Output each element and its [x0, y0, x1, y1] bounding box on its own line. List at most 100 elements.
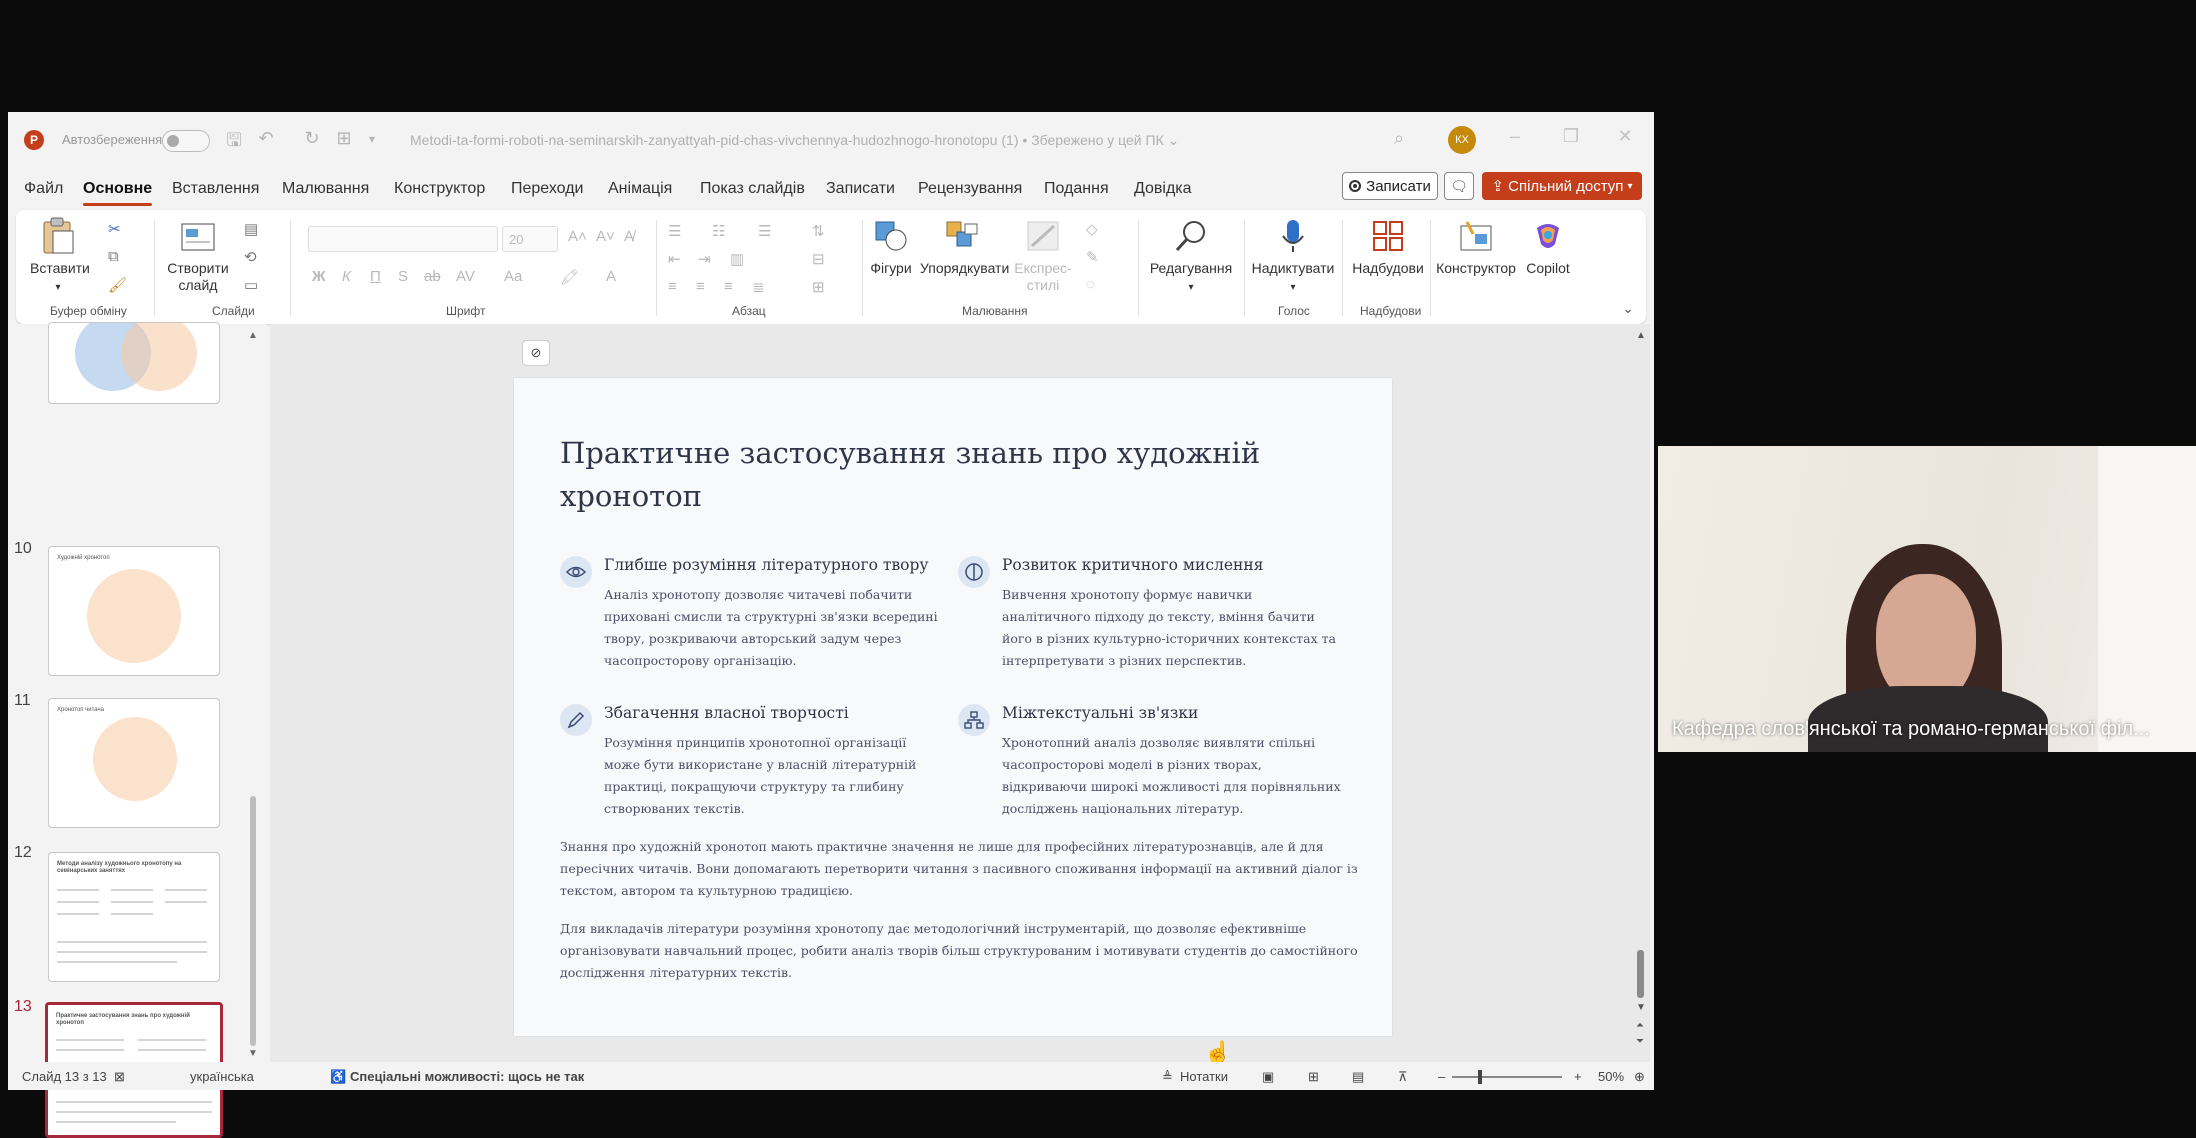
cut-icon[interactable]: ✂ [108, 220, 121, 238]
font-family-select[interactable] [308, 226, 498, 252]
shape-effects-icon[interactable]: ◌ [1086, 276, 1095, 293]
char-spacing-icon[interactable]: AV [456, 268, 475, 285]
increase-indent-icon[interactable]: ⇥ [698, 250, 711, 268]
shadow-icon[interactable]: S [398, 268, 408, 285]
font-color-icon[interactable]: A [606, 268, 616, 285]
increase-font-icon[interactable]: A˄ [568, 228, 587, 245]
dictate-button[interactable]: Надиктувати ▾ [1250, 216, 1336, 296]
scrollbar-thumb[interactable] [250, 796, 256, 1046]
scrollbar-thumb[interactable] [1637, 950, 1644, 998]
editing-button[interactable]: Редагування ▾ [1144, 216, 1238, 296]
zoom-slider[interactable] [1452, 1076, 1562, 1078]
slide-title[interactable]: Практичне застосування знань про художні… [560, 432, 1280, 518]
decrease-font-icon[interactable]: A˅ [596, 228, 615, 245]
language-indicator[interactable]: українська [190, 1069, 254, 1084]
layout-icon[interactable]: ▤ [244, 220, 258, 238]
clear-format-icon[interactable]: A̸ [624, 228, 634, 245]
scroll-up-icon[interactable]: ▲ [1636, 330, 1646, 341]
scroll-down-icon[interactable]: ▼ [1636, 1002, 1646, 1013]
accessibility-icon[interactable]: ♿ [330, 1069, 346, 1085]
decrease-indent-icon[interactable]: ⇤ [668, 250, 681, 268]
tab-view[interactable]: Подання [1044, 180, 1109, 198]
arrange-button[interactable]: Упорядкувати [920, 216, 1009, 277]
italic-icon[interactable]: К [342, 268, 351, 285]
ribbon-expand-icon[interactable]: ⌄ [1622, 300, 1634, 317]
thumbnails-scrollbar[interactable]: ▲ ▼ [248, 330, 258, 1059]
text-direction-icon[interactable]: ⇅ [812, 222, 825, 240]
slide-thumbnail-11[interactable]: Хронотоп читача [48, 698, 220, 828]
paste-button[interactable]: Вставити ▾ [30, 216, 90, 296]
bold-icon[interactable]: Ж [312, 268, 326, 285]
slideshow-view-icon[interactable]: ⊼ [1398, 1069, 1408, 1085]
scroll-down-icon[interactable]: ▼ [248, 1048, 258, 1059]
customize-toolbar-icon[interactable]: ▾ [360, 132, 384, 146]
strikethrough-icon[interactable]: ab [424, 268, 441, 285]
tab-animations[interactable]: Анімація [608, 180, 672, 198]
tab-review[interactable]: Рецензування [918, 180, 1022, 198]
underline-icon[interactable]: П [370, 268, 381, 285]
new-slide-button[interactable]: Створити слайд [162, 216, 234, 294]
zoom-slider-knob[interactable] [1478, 1070, 1482, 1084]
reading-view-icon[interactable]: ▤ [1352, 1069, 1364, 1085]
accessibility-status[interactable]: Спеціальні можливості: щось не так [350, 1069, 584, 1084]
restore-icon[interactable]: ❐ [1556, 126, 1586, 147]
shapes-button[interactable]: Фігури [866, 216, 916, 277]
zoom-in-icon[interactable]: + [1574, 1069, 1582, 1084]
smartart-icon[interactable]: ⊞ [812, 278, 825, 296]
tab-transitions[interactable]: Переходи [511, 180, 583, 198]
present-icon[interactable]: ⊞ [332, 128, 356, 149]
save-icon[interactable]: 🖫 [222, 128, 246, 158]
align-text-icon[interactable]: ⊟ [812, 250, 825, 268]
tab-record[interactable]: Записати [826, 180, 895, 198]
shape-fill-icon[interactable]: ◇ [1086, 220, 1098, 238]
zoom-level[interactable]: 50% [1598, 1069, 1624, 1084]
tab-insert[interactable]: Вставлення [172, 180, 259, 198]
slide-sorter-icon[interactable]: ⊞ [1308, 1069, 1319, 1085]
columns-icon[interactable]: ▥ [730, 250, 744, 268]
tab-slideshow[interactable]: Показ слайдів [700, 180, 805, 198]
close-icon[interactable]: ✕ [1610, 126, 1640, 147]
zoom-out-icon[interactable]: – [1438, 1069, 1445, 1084]
align-center-icon[interactable]: ≡ [696, 278, 705, 295]
numbering-icon[interactable]: ☷ [712, 222, 725, 240]
format-painter-icon[interactable]: 🖌 [108, 276, 127, 294]
bullets-icon[interactable]: ☰ [668, 222, 681, 240]
minimize-icon[interactable]: – [1500, 126, 1530, 147]
font-size-select[interactable]: 20 [502, 226, 558, 252]
redo-icon[interactable]: ↻ [300, 128, 324, 149]
highlight-icon[interactable]: 🖍 [560, 268, 579, 286]
designer-button[interactable]: Конструктор [1436, 216, 1516, 277]
shape-outline-icon[interactable]: ✎ [1086, 248, 1099, 266]
share-button[interactable]: ⇪ Спільний доступ ▾ [1482, 172, 1642, 200]
tab-file[interactable]: Файл [24, 180, 63, 198]
avatar[interactable]: КХ [1448, 126, 1476, 154]
scroll-up-icon[interactable]: ▲ [248, 330, 258, 341]
section-icon[interactable]: ▭ [244, 276, 258, 294]
tab-home[interactable]: Основне [83, 180, 153, 206]
copilot-button[interactable]: Copilot [1516, 216, 1580, 277]
change-case-icon[interactable]: Aa [504, 268, 522, 285]
slide-thumbnail-9[interactable] [48, 322, 220, 404]
copilot-floating-button[interactable]: ⊘ [522, 340, 550, 366]
document-title[interactable]: Metodi-ta-formi-roboti-na-seminarskih-za… [410, 132, 1179, 149]
spellcheck-icon[interactable]: ⊠ [114, 1069, 125, 1085]
tab-design[interactable]: Конструктор [394, 180, 485, 198]
comments-button[interactable]: 🗨 [1444, 172, 1474, 200]
normal-view-icon[interactable]: ▣ [1262, 1069, 1274, 1085]
line-spacing-icon[interactable]: ☰ [758, 222, 771, 240]
align-left-icon[interactable]: ≡ [668, 278, 677, 295]
addins-button[interactable]: Надбудови [1348, 216, 1428, 277]
notes-icon[interactable]: ≜ [1162, 1069, 1173, 1085]
previous-slide-icon[interactable]: ⏶ [1636, 1020, 1644, 1031]
search-icon[interactable]: ⌕ [1394, 128, 1404, 149]
tab-help[interactable]: Довідка [1134, 180, 1192, 198]
align-right-icon[interactable]: ≡ [724, 278, 733, 295]
current-slide[interactable]: Практичне застосування знань про художні… [514, 378, 1392, 1065]
autosave-toggle[interactable] [162, 130, 210, 152]
slide-thumbnail-12[interactable]: Методи аналізу художнього хронотопу на с… [48, 852, 220, 982]
record-button[interactable]: Записати [1342, 172, 1438, 200]
fit-to-window-icon[interactable]: ⊕ [1634, 1069, 1645, 1085]
next-slide-icon[interactable]: ⏷ [1636, 1036, 1644, 1047]
justify-icon[interactable]: ≣ [752, 278, 765, 296]
slide-thumbnail-10[interactable]: Художній хронотоп [48, 546, 220, 676]
